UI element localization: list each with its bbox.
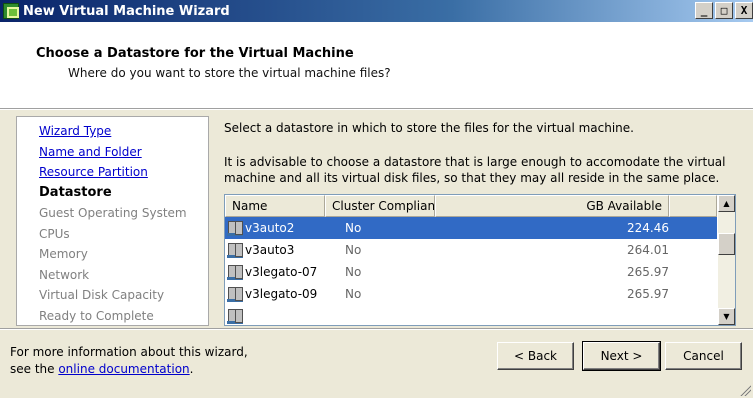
help-line-1: For more information about this wizard, (10, 345, 248, 359)
title-bar: New Virtual Machine Wizard _ □ X (0, 0, 753, 22)
wizard-header: Choose a Datastore for the Virtual Machi… (0, 22, 753, 108)
cell-name (225, 305, 325, 325)
cell-gb-available: 265.97 (627, 287, 669, 301)
table-body: v3auto2 No 224.46 v3auto3 No 264.01 v3le… (225, 217, 717, 325)
datastore-name: v3legato-09 (245, 287, 318, 301)
step-memory: Memory (39, 247, 88, 261)
help-prefix: see the (10, 362, 59, 376)
wizard-footer: For more information about this wizard, … (0, 330, 753, 398)
column-header-name[interactable]: Name (225, 195, 325, 217)
datastore-icon (227, 242, 243, 258)
cell-name: v3legato-09 (225, 283, 325, 305)
page-subtitle: Where do you want to store the virtual m… (68, 66, 391, 80)
cell-cluster-compliant: No (345, 221, 362, 235)
datastore-name: v3auto3 (245, 243, 295, 257)
table-row[interactable]: v3auto2 No 224.46 (225, 217, 717, 239)
vertical-scrollbar[interactable]: ▲ ▼ (718, 195, 735, 325)
cell-cluster-compliant: No (345, 243, 362, 257)
scroll-thumb[interactable] (718, 233, 735, 255)
wizard-body: Wizard Type Name and Folder Resource Par… (0, 110, 753, 328)
page-title: Choose a Datastore for the Virtual Machi… (36, 46, 354, 61)
cell-name: v3auto2 (225, 217, 325, 239)
window-controls: _ □ X (695, 2, 753, 19)
table-row-partial[interactable] (225, 305, 717, 325)
advice-text: It is advisable to choose a datastore th… (224, 155, 726, 185)
datastore-icon (227, 308, 243, 324)
online-documentation-link[interactable]: online documentation (58, 362, 189, 376)
resize-grip-icon[interactable] (739, 384, 751, 396)
table-row[interactable]: v3legato-09 No 265.97 (225, 283, 717, 305)
step-ready-to-complete: Ready to Complete (39, 308, 154, 323)
help-text: For more information about this wizard, … (10, 344, 248, 378)
cell-gb-available: 264.01 (627, 243, 669, 257)
cell-name: v3legato-07 (225, 261, 325, 283)
datastore-icon (227, 220, 243, 236)
datastore-name: v3auto2 (245, 221, 295, 235)
back-button[interactable]: < Back (497, 342, 574, 370)
column-header-cluster-compliant[interactable]: Cluster Compliant (325, 195, 435, 217)
minimize-button[interactable]: _ (695, 2, 713, 19)
column-header-gb-available[interactable]: GB Available (435, 195, 669, 217)
step-network: Network (39, 267, 90, 282)
scroll-down-arrow-icon[interactable]: ▼ (718, 308, 735, 325)
maximize-button[interactable]: □ (715, 2, 733, 19)
datastore-icon (227, 286, 243, 302)
step-cpus: CPUs (39, 226, 70, 241)
table-row[interactable]: v3legato-07 No 265.97 (225, 261, 717, 283)
step-datastore: Datastore (39, 184, 112, 200)
step-virtual-disk-capacity: Virtual Disk Capacity (39, 288, 165, 302)
datastore-table[interactable]: Name Cluster Compliant GB Available v3au… (224, 194, 736, 326)
cell-gb-available: 265.97 (627, 265, 669, 279)
step-name-and-folder[interactable]: Name and Folder (39, 142, 208, 163)
cell-cluster-compliant: No (345, 265, 362, 279)
cell-cluster-compliant: No (345, 287, 362, 301)
step-guest-os: Guest Operating System (39, 206, 187, 220)
table-row[interactable]: v3auto3 No 264.01 (225, 239, 717, 261)
wizard-steps-panel: Wizard Type Name and Folder Resource Par… (16, 116, 209, 326)
datastore-name: v3legato-07 (245, 265, 318, 279)
datastore-icon (227, 264, 243, 280)
table-header: Name Cluster Compliant GB Available (225, 195, 717, 217)
datastore-instructions: Select a datastore in which to store the… (224, 120, 744, 186)
help-suffix: . (189, 362, 194, 376)
step-wizard-type[interactable]: Wizard Type (39, 121, 208, 142)
next-button[interactable]: Next > (582, 341, 661, 371)
close-button[interactable]: X (735, 2, 753, 19)
cancel-button[interactable]: Cancel (665, 342, 742, 370)
instruction-text: Select a datastore in which to store the… (224, 121, 634, 135)
wizard-app-icon (3, 3, 19, 19)
column-header-filler (669, 195, 717, 217)
scroll-up-arrow-icon[interactable]: ▲ (718, 195, 735, 212)
window-title: New Virtual Machine Wizard (23, 3, 230, 19)
cell-gb-available: 224.46 (627, 221, 669, 235)
step-resource-partition[interactable]: Resource Partition (39, 162, 208, 183)
cell-name: v3auto3 (225, 239, 325, 261)
